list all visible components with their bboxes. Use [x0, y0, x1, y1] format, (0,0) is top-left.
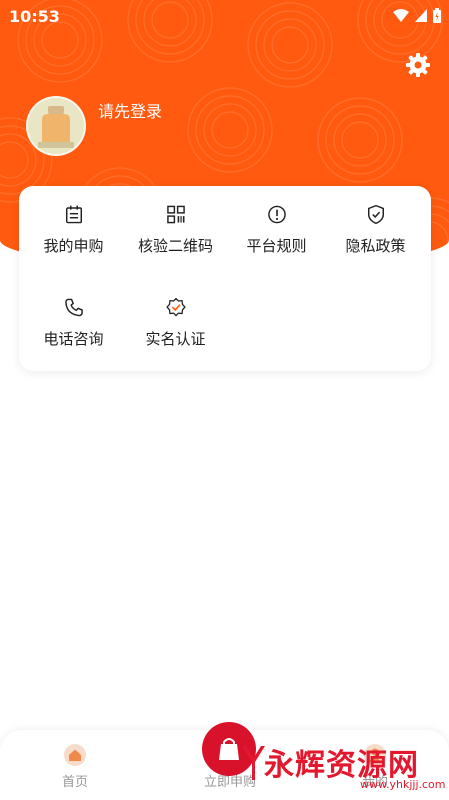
phone-icon [64, 298, 83, 317]
home-icon [64, 744, 86, 766]
watermark-url: www.yhkjjj.com [360, 778, 446, 791]
menu-privacy-policy[interactable]: 隐私政策 [324, 186, 427, 256]
menu-verify-qrcode[interactable]: 核验二维码 [124, 186, 227, 256]
menu-phone-consult[interactable]: 电话咨询 [22, 279, 125, 349]
status-bar: 10:53 [0, 0, 449, 32]
exclamation-icon [267, 205, 286, 224]
menu-platform-rules[interactable]: 平台规则 [225, 186, 328, 256]
status-time: 10:53 [9, 7, 60, 26]
battery-icon [433, 8, 441, 23]
menu-label: 隐私政策 [345, 237, 406, 255]
menu-real-name-auth[interactable]: 实名认证 [124, 279, 227, 349]
avatar-image [28, 98, 84, 154]
watermark-logo [242, 746, 265, 780]
calendar-icon [65, 205, 82, 224]
avatar[interactable] [26, 96, 86, 156]
settings-gear-icon[interactable] [405, 52, 431, 78]
menu-label: 平台规则 [246, 237, 307, 255]
status-icons [393, 8, 441, 23]
login-prompt[interactable]: 请先登录 [98, 98, 162, 122]
qrcode-icon [166, 205, 185, 224]
menu-my-subscriptions[interactable]: 我的申购 [22, 186, 125, 256]
nav-home-label: 首页 [61, 775, 88, 790]
menu-label: 实名认证 [145, 330, 206, 348]
nav-home[interactable]: 首页 [25, 730, 125, 800]
signal-icon [415, 9, 427, 22]
menu-label: 电话咨询 [43, 330, 104, 348]
menu-label: 核验二维码 [137, 237, 213, 255]
wifi-icon [393, 8, 409, 22]
function-menu-card: 我的申购 核验二维码 平台规则 隐私政策 电话咨询 实名认证 [19, 186, 431, 371]
shield-check-icon [367, 204, 384, 225]
watermark: 永辉资源网 www.yhkjjj.com [240, 740, 446, 796]
menu-label: 我的申购 [43, 237, 104, 255]
badge-check-icon [165, 297, 186, 317]
